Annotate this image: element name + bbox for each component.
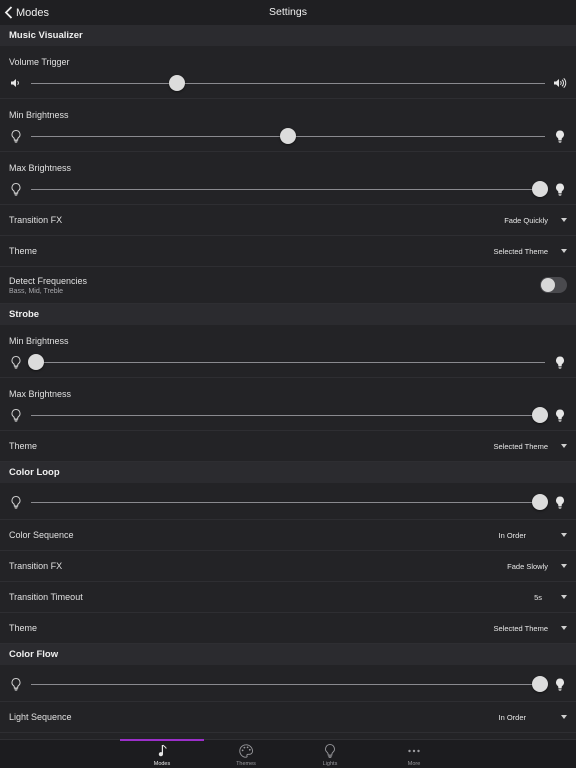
strobe-min-brightness-label: Min Brightness <box>9 336 69 346</box>
tab-more[interactable]: More <box>372 740 456 768</box>
caret-down-icon[interactable] <box>561 218 567 222</box>
detect-frequencies-label: Detect Frequencies <box>9 276 88 286</box>
caret-down-icon[interactable] <box>561 595 567 599</box>
color-flow-brightness-slider-track[interactable] <box>31 684 545 685</box>
transition-timeout-label: Transition Timeout <box>9 592 83 602</box>
color-loop-theme-label: Theme <box>9 623 38 633</box>
music-max-brightness-row: Max Brightness <box>0 152 576 205</box>
volume-trigger-slider-thumb[interactable] <box>169 75 186 91</box>
tab-lights[interactable]: Lights <box>288 740 372 768</box>
light-sequence-label: Light Sequence <box>9 712 72 722</box>
bulb-off-icon <box>9 355 23 369</box>
more-icon <box>408 749 420 753</box>
navigation-bar: Modes Settings <box>0 0 576 25</box>
transition-timeout-row[interactable]: Transition Timeout 5s <box>0 582 576 613</box>
music-min-brightness-slider-thumb[interactable] <box>280 128 296 144</box>
strobe-max-brightness-label: Max Brightness <box>9 389 72 399</box>
music-transition-fx-label: Transition FX <box>9 215 63 225</box>
toggle-knob <box>541 278 555 292</box>
light-sequence-row[interactable]: Light Sequence In Order <box>0 702 576 733</box>
strobe-max-brightness-row: Max Brightness <box>0 378 576 431</box>
music-transition-fx-row[interactable]: Transition FX Fade Quickly <box>0 205 576 236</box>
music-max-brightness-slider-track[interactable] <box>31 189 545 190</box>
section-header-music-visualizer: Music Visualizer <box>0 25 576 46</box>
tab-modes[interactable]: Modes <box>120 740 204 768</box>
music-theme-row[interactable]: Theme Selected Theme <box>0 236 576 267</box>
color-sequence-value[interactable]: In Order <box>498 531 526 540</box>
bulb-on-icon <box>553 182 567 196</box>
color-loop-transition-fx-value[interactable]: Fade Slowly <box>507 562 548 571</box>
color-loop-transition-fx-row[interactable]: Transition FX Fade Slowly <box>0 551 576 582</box>
music-theme-label: Theme <box>9 246 38 256</box>
color-loop-brightness-slider-track[interactable] <box>31 502 545 503</box>
music-max-brightness-label: Max Brightness <box>9 163 72 173</box>
color-loop-theme-row[interactable]: Theme Selected Theme <box>0 613 576 644</box>
section-header-color-flow: Color Flow <box>0 644 576 665</box>
music-min-brightness-row: Min Brightness <box>0 99 576 152</box>
strobe-min-brightness-slider-thumb[interactable] <box>28 354 44 370</box>
caret-down-icon[interactable] <box>561 626 567 630</box>
section-header-color-loop: Color Loop <box>0 462 576 483</box>
bulb-on-icon <box>553 408 567 422</box>
color-sequence-label: Color Sequence <box>9 530 74 540</box>
color-flow-brightness-slider-thumb[interactable] <box>532 676 548 692</box>
tab-themes-label: Themes <box>236 761 256 767</box>
bulb-off-icon <box>9 182 23 196</box>
bulb-off-icon <box>9 408 23 422</box>
detect-frequencies-row: Detect Frequencies Bass, Mid, Treble <box>0 267 576 304</box>
tab-modes-label: Modes <box>153 761 171 767</box>
volume-low-icon <box>9 76 23 90</box>
color-flow-brightness-row <box>0 665 576 702</box>
color-loop-theme-value[interactable]: Selected Theme <box>494 624 548 633</box>
bulb-off-icon <box>9 677 23 691</box>
bulb-on-icon <box>553 355 567 369</box>
color-loop-transition-fx-label: Transition FX <box>9 561 63 571</box>
detect-frequencies-sublabel: Bass, Mid, Treble <box>9 288 64 295</box>
caret-down-icon[interactable] <box>561 444 567 448</box>
volume-trigger-label: Volume Trigger <box>9 57 70 67</box>
tab-more-label: More <box>407 761 421 767</box>
volume-high-icon <box>553 76 567 90</box>
strobe-theme-row[interactable]: Theme Selected Theme <box>0 431 576 462</box>
bulb-off-icon <box>9 129 23 143</box>
tab-themes[interactable]: Themes <box>204 740 288 768</box>
color-loop-brightness-slider-thumb[interactable] <box>532 494 548 510</box>
light-sequence-value[interactable]: In Order <box>498 713 526 722</box>
caret-down-icon[interactable] <box>561 249 567 253</box>
music-transition-fx-value[interactable]: Fade Quickly <box>504 216 548 225</box>
volume-trigger-slider-track[interactable] <box>31 83 545 84</box>
strobe-max-brightness-slider-thumb[interactable] <box>532 407 548 423</box>
color-loop-brightness-row <box>0 483 576 520</box>
strobe-min-brightness-slider-track[interactable] <box>31 362 545 363</box>
tab-bar: Modes Themes Lights More <box>0 739 576 768</box>
strobe-theme-value[interactable]: Selected Theme <box>494 442 548 451</box>
tab-lights-label: Lights <box>322 761 338 767</box>
music-min-brightness-label: Min Brightness <box>9 110 69 120</box>
palette-icon <box>239 744 253 758</box>
caret-down-icon[interactable] <box>561 533 567 537</box>
strobe-max-brightness-slider-track[interactable] <box>31 415 545 416</box>
detect-frequencies-toggle[interactable] <box>540 277 567 293</box>
music-note-icon <box>158 744 167 757</box>
bulb-on-icon <box>553 677 567 691</box>
color-sequence-row[interactable]: Color Sequence In Order <box>0 520 576 551</box>
strobe-min-brightness-row: Min Brightness <box>0 325 576 378</box>
bulb-icon <box>325 744 335 758</box>
caret-down-icon[interactable] <box>561 564 567 568</box>
bulb-off-icon <box>9 495 23 509</box>
music-max-brightness-slider-thumb[interactable] <box>532 181 548 197</box>
page-title: Settings <box>269 6 307 18</box>
section-header-strobe: Strobe <box>0 304 576 325</box>
transition-timeout-value[interactable]: 5s <box>534 593 542 602</box>
strobe-theme-label: Theme <box>9 441 38 451</box>
bulb-on-icon <box>553 129 567 143</box>
caret-down-icon[interactable] <box>561 715 567 719</box>
settings-list[interactable]: Music Visualizer Volume Trigger Min Brig… <box>0 25 576 739</box>
bulb-on-icon <box>553 495 567 509</box>
volume-trigger-row: Volume Trigger <box>0 46 576 99</box>
music-theme-value[interactable]: Selected Theme <box>494 247 548 256</box>
